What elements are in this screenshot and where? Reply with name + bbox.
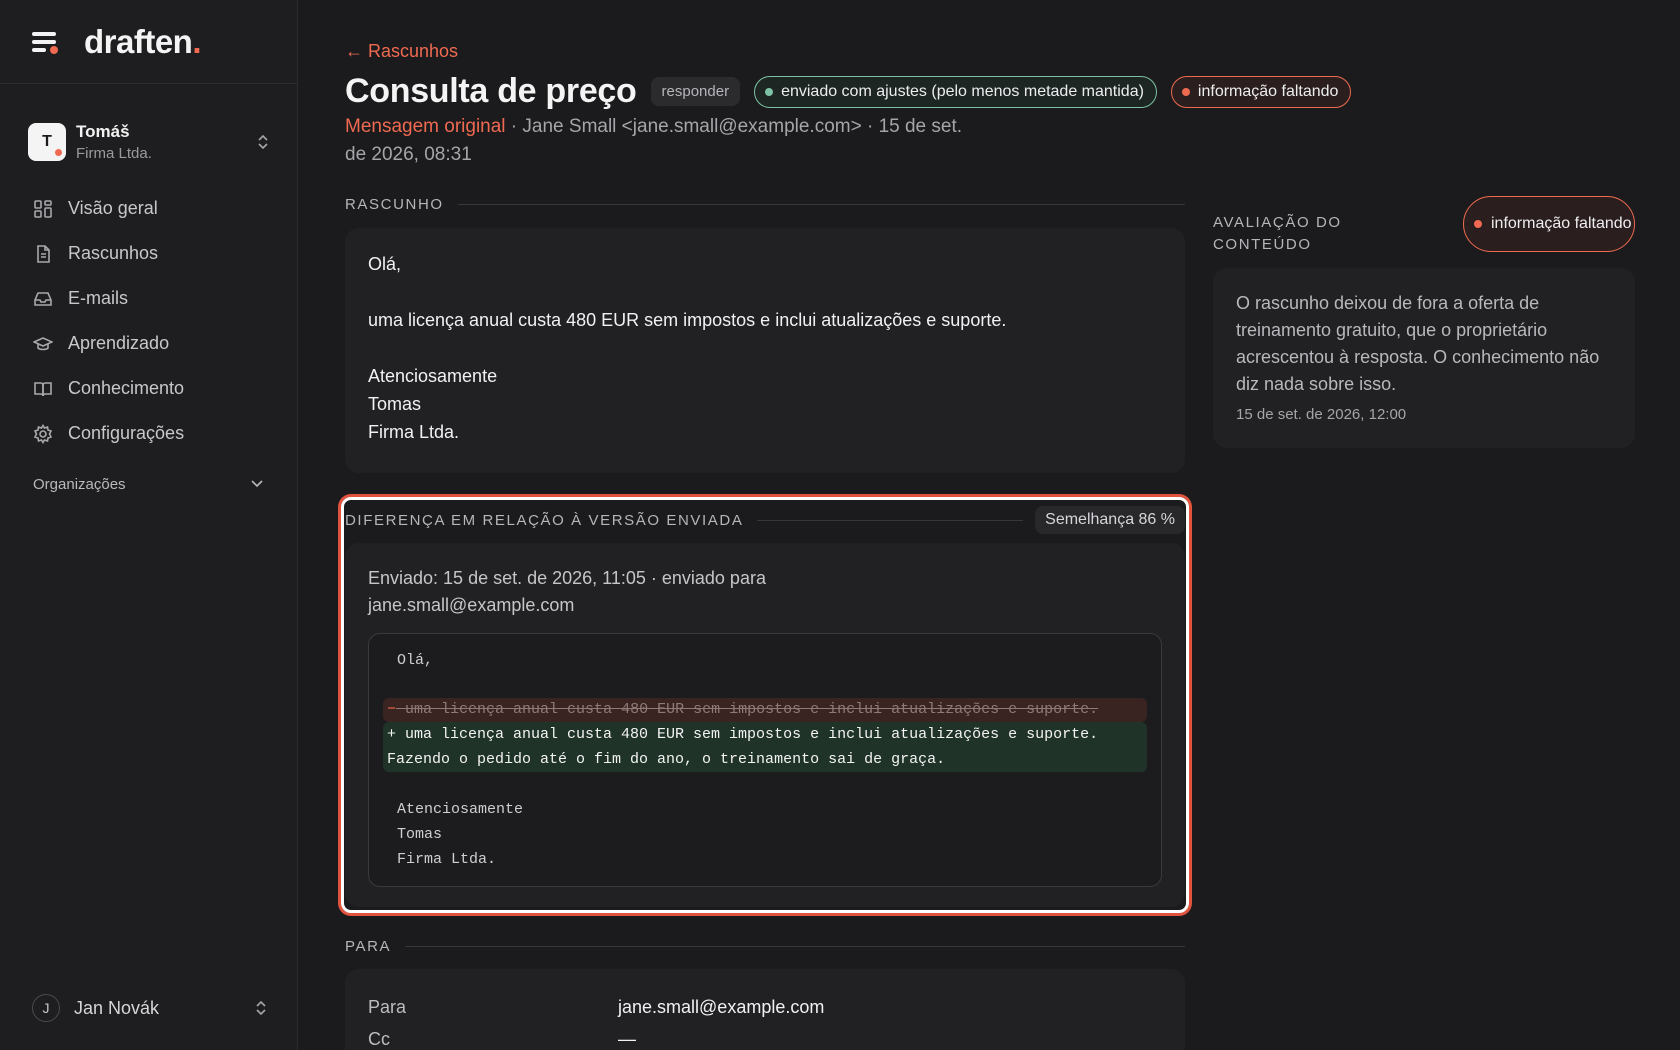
grid-icon <box>34 199 52 218</box>
diff-removed-line: − uma licença anual custa 480 EUR sem im… <box>383 698 1147 722</box>
brand-logo: draften. <box>84 22 202 60</box>
user-menu[interactable]: J Jan Novák <box>32 988 267 1028</box>
chevron-up-down-icon <box>257 133 269 151</box>
document-icon <box>37 244 50 263</box>
org-avatar: T <box>28 123 66 161</box>
draft-section-label: Rascunho <box>345 196 1185 213</box>
status-badge-missing: informação faltando <box>1170 75 1352 108</box>
evaluation-label: Avaliação do conteúdo <box>1213 214 1342 253</box>
diff-context-line: Olá, <box>397 652 434 669</box>
status-dot-icon <box>1474 220 1482 228</box>
nav-item-configuracoes[interactable]: Configurações <box>0 411 297 456</box>
draft-line: Atenciosamente <box>368 366 498 386</box>
diff-code-block: Olá, − uma licença anual custa 480 EUR s… <box>368 633 1162 887</box>
draft-card: Olá, uma licença anual custa 480 EUR sem… <box>345 228 1185 473</box>
nav-item-aprendizado[interactable]: Aprendizado <box>0 321 297 366</box>
back-link[interactable]: ← Rascunhos <box>345 41 458 62</box>
draft-line: uma licença anual custa 480 EUR sem impo… <box>368 310 1007 330</box>
chevron-up-down-icon <box>256 1000 266 1016</box>
draft-line: Tomas <box>368 394 422 414</box>
evaluation-date: 15 de set. de 2026, 12:00 <box>1236 406 1407 423</box>
sidebar: draften. T Tomáš Firma Ltda. Visão geral… <box>0 0 298 1050</box>
recipient-row-cc: Cc — <box>368 1029 636 1049</box>
status-badge-sent: enviado com ajustes (pelo menos metade m… <box>754 75 1157 108</box>
evaluation-text: O rascunho deixou de fora a oferta de tr… <box>1236 293 1600 394</box>
nav-item-emails[interactable]: E-mails <box>0 276 297 321</box>
main-nav: Visão geral Rascunhos E-mails Aprendizad… <box>0 186 297 456</box>
draft-line: Olá, <box>368 254 402 274</box>
recipient-row-to: Para jane.small@example.com <box>368 997 825 1017</box>
nav-item-conhecimento[interactable]: Conhecimento <box>0 366 297 411</box>
book-icon <box>34 381 52 396</box>
diff-context-line: Tomas <box>397 826 443 843</box>
draft-line: Firma Ltda. <box>368 422 460 442</box>
user-avatar: J <box>32 994 60 1022</box>
diff-context-line <box>383 673 1147 698</box>
user-name: Jan Novák <box>74 997 160 1018</box>
type-badge: responder <box>650 77 741 106</box>
chevron-down-icon <box>251 480 263 488</box>
graduation-cap-icon <box>33 336 53 350</box>
inbox-icon <box>34 291 52 306</box>
page-title: Consulta de preço <box>345 72 637 110</box>
sent-meta: Enviado: 15 de set. de 2026, 11:05 · env… <box>368 568 766 615</box>
title-row: Consulta de preço responder enviado com … <box>345 72 1365 111</box>
brand[interactable]: draften. <box>0 0 297 84</box>
org-company: Firma Ltda. <box>76 145 152 162</box>
diff-context-line <box>383 772 1147 797</box>
gear-icon <box>33 423 53 444</box>
message-meta: Mensagem original · Jane Small <jane.sma… <box>345 116 963 165</box>
nav-item-visao-geral[interactable]: Visão geral <box>0 186 297 231</box>
status-dot-icon <box>765 87 774 96</box>
diff-section-label: Diferença em relação à versão enviada Se… <box>345 506 1185 534</box>
organizations-toggle[interactable]: Organizações <box>0 469 297 499</box>
menu-logo-icon[interactable] <box>32 31 60 54</box>
draft-line <box>368 278 1162 306</box>
evaluation-status-badge: informação faltando <box>1463 196 1635 252</box>
evaluation-card: O rascunho deixou de fora a oferta de tr… <box>1213 268 1635 448</box>
recipients-card: Para jane.small@example.com Cc — <box>345 969 1185 1050</box>
status-dot-icon <box>1181 87 1190 96</box>
nav-item-rascunhos[interactable]: Rascunhos <box>0 231 297 276</box>
diff-context-line: Atenciosamente <box>397 801 524 818</box>
recipients-section-label: Para <box>345 938 1185 955</box>
org-switcher[interactable]: T Tomáš Firma Ltda. <box>0 116 297 168</box>
diff-card: Enviado: 15 de set. de 2026, 11:05 · env… <box>345 543 1185 907</box>
diff-context-line: Firma Ltda. <box>397 851 497 868</box>
diff-added-line: + uma licença anual custa 480 EUR sem im… <box>383 722 1147 772</box>
draft-line <box>368 334 1162 362</box>
similarity-badge: Semelhança 86 % <box>1035 506 1185 534</box>
original-message-link[interactable]: Mensagem original <box>345 116 506 137</box>
org-user-name: Tomáš <box>76 122 130 141</box>
